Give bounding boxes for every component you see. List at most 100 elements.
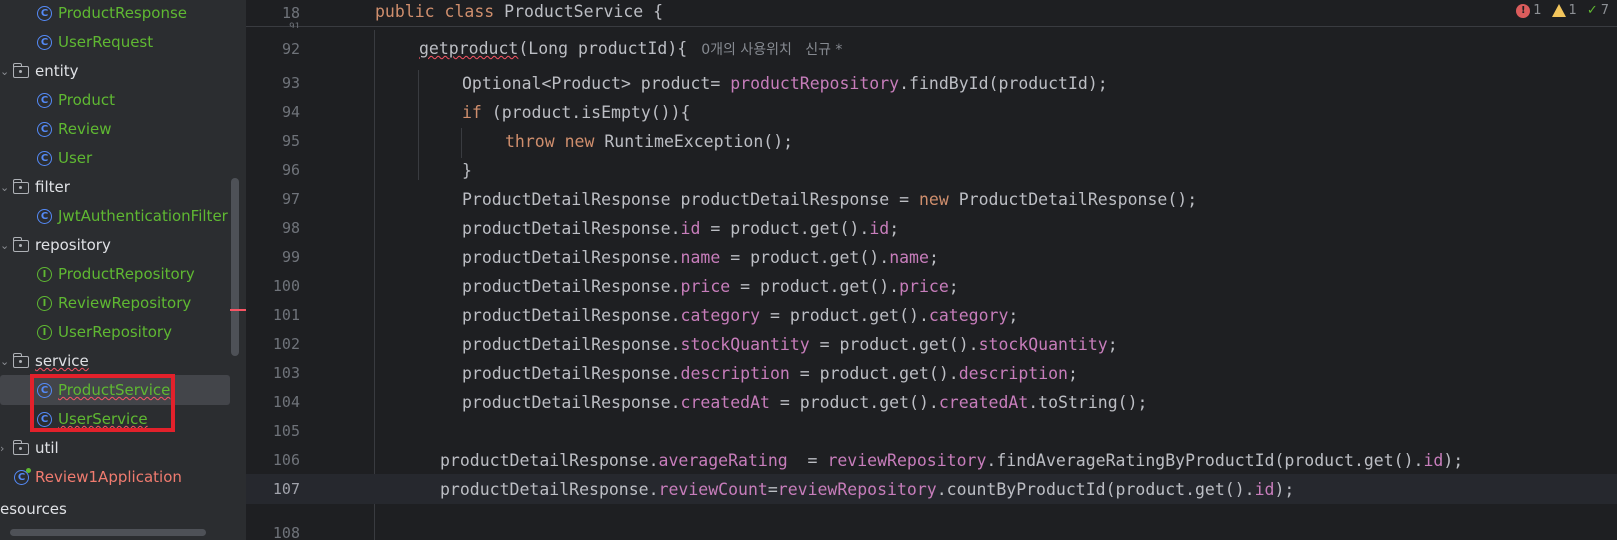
tree-item-product[interactable]: C Product xyxy=(0,85,246,115)
class-icon: C xyxy=(37,121,52,137)
code-text: productDetailResponse. xyxy=(462,392,681,412)
warning-count[interactable]: 1 xyxy=(1551,3,1577,18)
code-text: ProductDetailResponse(); xyxy=(948,189,1198,209)
tree-item-jwtauthenticationfilter[interactable]: C JwtAuthenticationFilter xyxy=(0,201,246,231)
ok-count[interactable]: ✓ 7 xyxy=(1587,3,1609,18)
field-ref: reviewRepository xyxy=(827,450,987,470)
tree-item-userrepository[interactable]: I UserRepository xyxy=(0,317,246,347)
code-text: RuntimeException(); xyxy=(594,131,794,151)
code-line-104[interactable]: 104 productDetailResponse.createdAt = pr… xyxy=(246,387,1617,417)
code-line-103[interactable]: 103 productDetailResponse.description = … xyxy=(246,358,1617,388)
chevron-down-icon[interactable]: ⌄ xyxy=(0,346,10,376)
code-line-105[interactable]: 105 xyxy=(246,416,1617,446)
tree-item-productrepository[interactable]: I ProductRepository xyxy=(0,259,246,289)
code-editor[interactable]: 92 getproduct(Long productId){0개의 사용위치 신… xyxy=(246,0,1617,540)
tree-folder-util[interactable]: › util xyxy=(0,433,246,463)
tree-item-label: JwtAuthenticationFilter xyxy=(58,207,228,225)
code-text: productDetailResponse. xyxy=(462,334,681,354)
vertical-scrollbar[interactable] xyxy=(231,178,239,356)
tree-folder-repository[interactable]: ⌄ repository xyxy=(0,230,246,260)
code-text: = product.get(). xyxy=(730,276,900,296)
code-line-97[interactable]: 97 ProductDetailResponse productDetailRe… xyxy=(246,184,1617,214)
code-text: .findAverageRatingByProductId(product.ge… xyxy=(986,450,1424,470)
tree-item-review[interactable]: C Review xyxy=(0,114,246,144)
field-ref: id xyxy=(1254,479,1275,499)
code-text: = product.get(). xyxy=(769,392,939,412)
horizontal-scrollbar[interactable] xyxy=(10,529,206,536)
usage-inlay-hint[interactable]: 0개의 사용위치 신규 * xyxy=(701,42,842,58)
tree-item-label: ReviewRepository xyxy=(58,294,192,312)
line-number: 102 xyxy=(272,335,300,353)
code-text: } xyxy=(462,160,472,180)
tree-folder-label: filter xyxy=(35,178,70,196)
code-text: ; xyxy=(889,218,900,238)
code-text: = product.get(). xyxy=(700,218,870,238)
line-number: 104 xyxy=(272,393,300,411)
code-line-101[interactable]: 101 productDetailResponse.category = pro… xyxy=(246,300,1617,330)
sticky-scroll-header[interactable]: 18 public class ProductService { 91 ! 1 1… xyxy=(246,0,1617,28)
code-line-94[interactable]: 94 if (product.isEmpty()){ xyxy=(246,97,1617,127)
line-number: 100 xyxy=(272,277,300,295)
code-text: (product.isEmpty()){ xyxy=(481,102,691,122)
code-line-96[interactable]: 96 } xyxy=(246,155,1617,185)
class-icon: C xyxy=(37,150,52,166)
error-icon: ! xyxy=(1516,3,1531,18)
tree-item-reviewrepository[interactable]: I ReviewRepository xyxy=(0,288,246,318)
field-ref: category xyxy=(928,305,1009,325)
tree-item-userrequest[interactable]: C UserRequest xyxy=(0,27,246,57)
line-number: 94 xyxy=(281,103,300,121)
code-line-92[interactable]: 92 getproduct(Long productId){0개의 사용위치 신… xyxy=(246,34,1617,64)
tree-item-label: ProductResponse xyxy=(58,4,187,22)
method-name: getproduct xyxy=(419,39,519,58)
code-line-100[interactable]: 100 productDetailResponse.price = produc… xyxy=(246,271,1617,301)
tree-folder-entity[interactable]: ⌄ entity xyxy=(0,56,246,86)
chevron-down-icon[interactable]: ⌄ xyxy=(0,56,10,86)
tree-item-label: Review1Application xyxy=(35,468,182,486)
chevron-down-icon[interactable]: ⌄ xyxy=(0,230,10,260)
field-ref: category xyxy=(680,305,761,325)
code-line-108[interactable]: 108 xyxy=(246,522,1617,540)
keyword: new xyxy=(918,189,949,209)
line-number: 99 xyxy=(281,248,300,266)
tree-item-productresponse[interactable]: C ProductResponse xyxy=(0,0,246,28)
interface-icon: I xyxy=(37,266,52,282)
code-line-107[interactable]: 107 productDetailResponse.reviewCount=re… xyxy=(246,474,1617,504)
tree-item-label: Review xyxy=(58,120,112,138)
keyword: throw new xyxy=(505,131,595,151)
tree-folder-label: util xyxy=(35,439,59,457)
tree-folder-label: esources xyxy=(0,500,67,518)
error-marker xyxy=(230,309,246,311)
error-count[interactable]: ! 1 xyxy=(1516,3,1542,18)
code-line-106[interactable]: 106 productDetailResponse.averageRating … xyxy=(246,445,1617,475)
field-ref: productRepository xyxy=(730,73,900,93)
field-ref: name xyxy=(889,247,929,267)
code-text: Optional<Product> product= xyxy=(462,73,731,93)
project-tree: C ProductResponse C UserRequest ⌄ entity… xyxy=(0,0,246,540)
code-text: productDetailResponse. xyxy=(440,450,659,470)
chevron-down-icon[interactable]: ⌄ xyxy=(0,172,10,202)
inspection-widget[interactable]: ! 1 1 ✓ 7 xyxy=(1516,3,1609,18)
line-number: 97 xyxy=(281,190,300,208)
keyword: if xyxy=(462,102,482,122)
code-text: ProductDetailResponse productDetailRespo… xyxy=(462,189,919,209)
tree-folder-service[interactable]: ⌄ service xyxy=(0,346,246,376)
code-text: productDetailResponse. xyxy=(462,305,681,325)
code-text: = product.get(). xyxy=(720,247,890,267)
tree-item-user[interactable]: C User xyxy=(0,143,246,173)
code-line-93[interactable]: 93 Optional<Product> product= productRep… xyxy=(246,68,1617,98)
error-count-value: 1 xyxy=(1533,3,1542,18)
class-icon: C xyxy=(37,5,52,21)
code-line-99[interactable]: 99 productDetailResponse.name = product.… xyxy=(246,242,1617,272)
field-ref: reviewCount xyxy=(658,479,768,499)
line-number: 106 xyxy=(272,451,300,469)
chevron-right-icon[interactable]: › xyxy=(0,433,10,463)
code-line-95[interactable]: 95 throw new RuntimeException(); xyxy=(246,126,1617,156)
code-line-98[interactable]: 98 productDetailResponse.id = product.ge… xyxy=(246,213,1617,243)
code-text: ; xyxy=(1068,363,1078,383)
code-line-102[interactable]: 102 productDetailResponse.stockQuantity … xyxy=(246,329,1617,359)
field-ref: name xyxy=(680,247,721,267)
tree-folder-filter[interactable]: ⌄ filter xyxy=(0,172,246,202)
tree-item-review1application[interactable]: C Review1Application xyxy=(0,462,246,492)
line-number: 18 xyxy=(281,4,300,22)
line-number-partial: 91 xyxy=(289,22,300,28)
